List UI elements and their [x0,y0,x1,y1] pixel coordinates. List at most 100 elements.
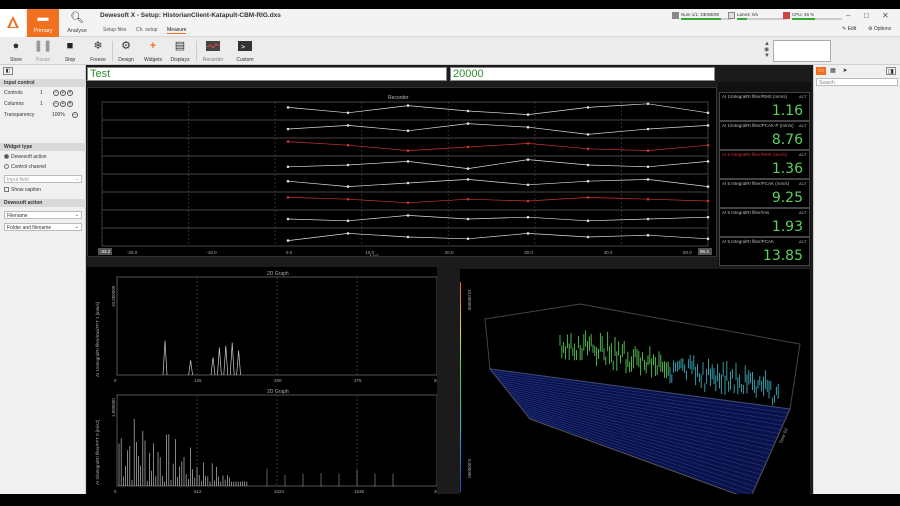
checkbox-icon [4,187,9,193]
plus-icon[interactable]: + [60,101,66,107]
bottom-border [0,494,900,506]
signal-trace [287,123,709,135]
plus-icon: + [149,40,157,52]
stop-icon: ■ [66,40,74,52]
tab-ch-setup[interactable]: Ch. setup [136,27,157,33]
input-control-header[interactable]: Input control [0,79,86,87]
graph-title: 2D Graph [267,271,289,277]
expand-panel-icon[interactable]: ◨ [886,67,896,75]
x-tick-label: 20.0 [445,250,454,255]
minus-icon[interactable]: − [53,101,59,107]
text-input-test[interactable]: Test [87,67,447,81]
pointer-icon[interactable]: ➤ [840,67,850,75]
right-channel-panel: ▭ ▦ ➤ ◨ Search [813,65,900,494]
stop-button[interactable]: ■ Stop [57,38,83,64]
meter-label: AI 5 IntegralRI filter/PCAK (mm/s) [722,181,790,186]
meter-mode: ACT [799,210,807,215]
transparency-reset-icon[interactable]: − [72,112,78,118]
option-control-channel[interactable]: Control channel [4,164,84,172]
options-button[interactable]: ⚙ Options [868,26,891,32]
digital-meter[interactable]: AI 1/IntegralRI filter/RMS (mm/s) ACT 1.16 [719,92,810,121]
controls-stepper[interactable]: − + × [52,90,73,96]
digital-meter[interactable]: AI 1/IntegralRI filter/PCAK-P (mm/s) ACT 8… [719,121,810,150]
custom-button[interactable]: > Custom [231,38,259,64]
pause-button[interactable]: ❚❚ Pause [30,38,56,64]
dewesoft-logo [0,9,25,37]
x-axis-label: t (s) [370,254,379,257]
right-tick-label: 56.3 [700,249,709,254]
folder-icon[interactable]: ▭ [816,67,826,75]
recorder-button[interactable]: Recorder [199,38,227,64]
3d-graph[interactable]: 10,0000000,000000AI 1/IntegralRI filter/… [460,269,810,494]
scroll-controls[interactable]: ▲ ◉ ▼ [764,41,770,59]
text-input-20000[interactable]: 20000 [450,67,715,81]
freeze-button[interactable]: ❄ Freeze [85,38,111,64]
columns-value: 1 [40,101,43,107]
window-title: Dewesoft X - Setup: HistorianClient-Kata… [100,12,281,19]
meter-label: AI 5 IntegralRI filter/RMS (mm/s) [722,152,788,157]
left-properties-panel: ◧ Input control Controls 1 − + × Columns 1… [0,65,86,494]
widgets-button[interactable]: + Widgets [140,38,166,64]
filename-header[interactable]: Dewesoft action [0,199,86,207]
2d-graph-2[interactable]: 2D Graph05121024153620471,000000AI 5/Int… [87,385,437,494]
meter-label: AI 1/IntegralRI filter/RMS (mm/s) [722,94,788,99]
ribbon-separator [196,41,197,61]
show-caption-checkbox[interactable]: Show caption [4,187,84,195]
recorder-graph[interactable]: Recorder-25.0 -10.0 0.0 10.0 20.0 30.0 40.0 50.… [87,87,717,257]
displays-button[interactable]: ▤ Displays [167,38,193,64]
store-label: Store [10,57,22,63]
tab-primary[interactable]: ▬ Primary [27,9,59,37]
input-field-dropdown[interactable]: Input field ⌄ [4,175,82,183]
spectrum-peak [223,345,229,376]
folder-filename-dropdown[interactable]: Folder and filename ⌄ [4,223,82,231]
folder-filename-option: Folder and filename [7,225,52,231]
plus-icon[interactable]: + [60,90,66,96]
digital-meter[interactable]: AI 5 IntegralRI filter/PCAK (mm/s) ACT 9.2… [719,179,810,208]
remove-icon[interactable]: × [67,101,73,107]
edit-label: Edit [847,26,857,32]
x-tick-label: 375 [354,378,362,383]
store-button[interactable]: ● Store [3,38,29,64]
radio-icon [4,164,9,170]
meter-label: AI 5 IntegralRI filter/rms [722,210,770,215]
columns-label: Columns [4,101,24,107]
colorbar [460,282,461,492]
x-tick-label: 250 [274,378,282,383]
maximize-button[interactable]: □ [864,11,869,20]
close-button[interactable]: ✕ [882,11,889,20]
2d-graph-1[interactable]: 2D Graph 0 125 250 375 500 10,000000 AI 1/Integ… [87,267,437,385]
tab-measure[interactable]: Measure [167,27,187,34]
tab-primary-label: Primary [33,28,53,34]
collapse-panel-button[interactable]: ◧ [3,67,13,75]
tab-setup-files[interactable]: Setup files [103,27,126,33]
minus-icon[interactable]: − [53,90,59,96]
meter-value: 9.25 [771,190,803,206]
minimize-button[interactable]: – [846,11,850,20]
design-button[interactable]: ⚙ Design [113,38,139,64]
search-input[interactable]: Search [816,78,898,86]
digital-meter[interactable]: AI 5 IntegralRI filter/rms ACT 1.93 [719,208,810,237]
transparency-value[interactable]: 100% [52,112,65,118]
meter-mode: ACT [799,239,807,244]
filename-dropdown[interactable]: Filename ⌄ [4,211,82,219]
digital-meter[interactable]: AI 5 IntegralRI filter/RMS (mm/s) ACT 1.36 [719,150,810,179]
widget-type-header[interactable]: Widget type [0,143,86,151]
meter-value: 1.36 [771,161,803,177]
remove-icon[interactable]: × [67,90,73,96]
status-lane-label: Lane3: 0/s [737,12,759,17]
status-num-label: Num 1/1: DEWE99 [681,12,720,17]
option-dewesoft-action[interactable]: Dewesoft action [4,154,84,162]
tab-analyse[interactable]: 🔍︎ Analyse [61,9,93,37]
left-tick-label: -33.2 [100,249,111,254]
displays-label: Displays [170,57,190,63]
columns-stepper[interactable]: − + × [52,101,73,107]
digital-meter[interactable]: AI 5 IntegralRI filter/PCAK ACT 13.85 [719,237,810,266]
recorder-label: Recorder [202,57,224,63]
status-num: Num 1/1: DEWE99 [672,12,734,20]
pause-icon: ❚❚ [33,40,53,52]
calendar-icon[interactable]: ▦ [828,67,838,75]
tab-analyse-label: Analyse [67,28,87,34]
svg-text:>: > [241,43,245,51]
show-caption-label: Show caption [11,187,42,193]
edit-button[interactable]: ✎ Edit [842,26,856,32]
